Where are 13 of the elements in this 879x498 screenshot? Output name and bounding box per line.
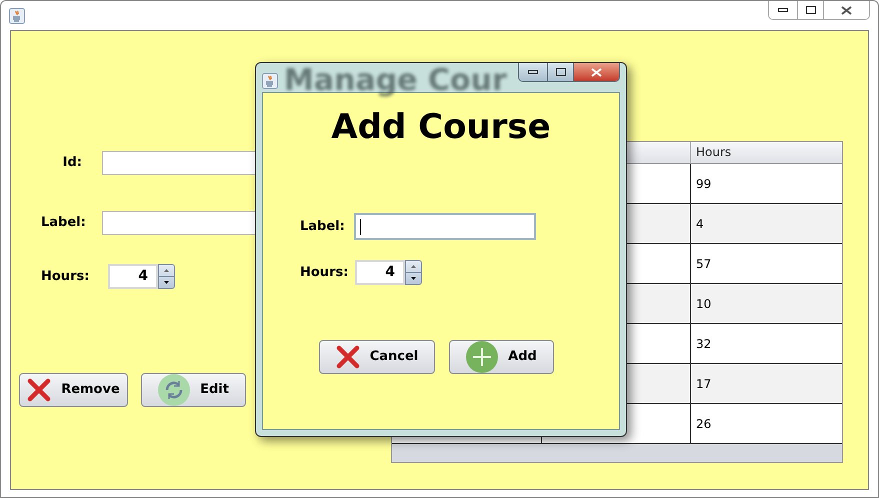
table-cell-text: 57 [695,256,712,273]
field-label: Label: [300,218,346,236]
table-cell-text: 17 [695,376,712,393]
table-cell-text: 10 [695,296,712,313]
field-label: Hours: [41,268,88,286]
table-cell-text: 26 [695,416,712,433]
dialog-heading: Add Course [330,106,552,149]
table-cell-text: 4 [695,216,705,233]
field-label: Label: [41,214,82,232]
field-label: Id: [62,154,82,172]
table-cell-text: 32 [695,336,712,353]
field-label: Hours: [300,264,350,282]
table-cell-text: 99 [695,176,712,193]
